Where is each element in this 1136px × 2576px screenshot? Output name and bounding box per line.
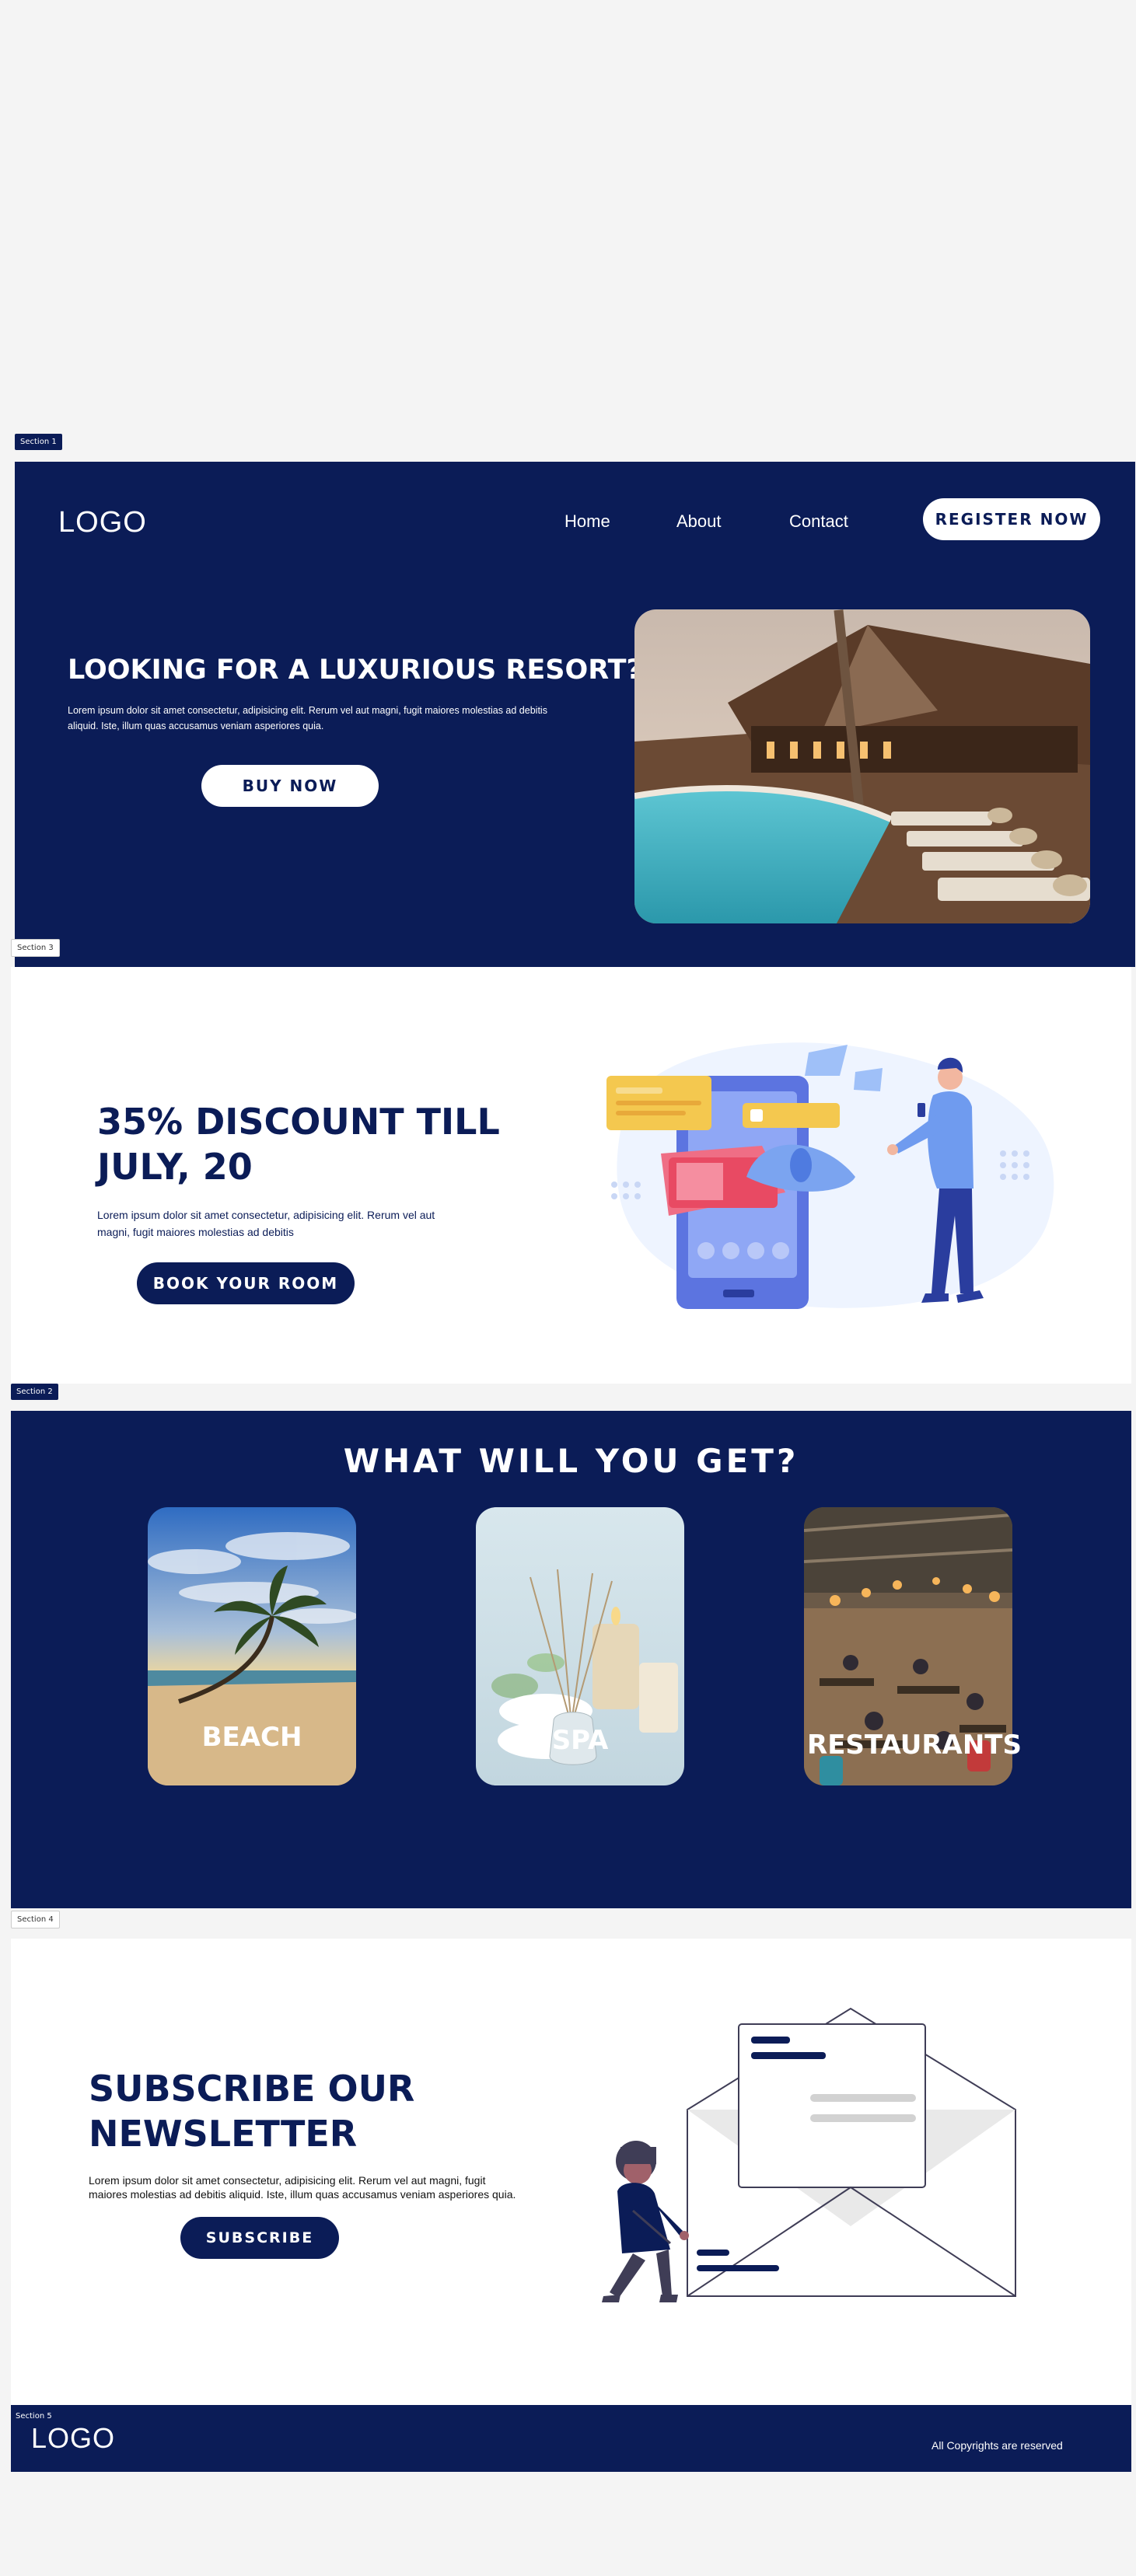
newsletter-section: SUBSCRIBE OUR NEWSLETTER Lorem ipsum dol… [11, 1939, 1131, 2405]
hero-section: LOGO Home About Contact REGISTER NOW LOO… [15, 462, 1135, 967]
footer-copyright: All Copyrights are reserved [932, 2439, 1063, 2452]
newsletter-title-line1: SUBSCRIBE OUR [89, 2068, 415, 2110]
register-now-button[interactable]: REGISTER NOW [923, 498, 1100, 540]
features-section: WHAT WILL YOU GET? BEACH SPA RESTAURANTS [11, 1411, 1131, 1908]
subscribe-button[interactable]: SUBSCRIBE [180, 2217, 339, 2259]
header-logo[interactable]: LOGO [58, 506, 147, 539]
nav-contact[interactable]: Contact [789, 511, 848, 532]
buy-now-button[interactable]: BUY NOW [201, 765, 379, 807]
beach-label: BEACH [201, 1722, 302, 1753]
nav-home[interactable]: Home [565, 511, 610, 532]
spa-label: SPA [551, 1725, 609, 1756]
discount-body: Lorem ipsum dolor sit amet consectetur, … [97, 1209, 435, 1238]
discount-title-line2: JULY, 20 [97, 1146, 253, 1188]
section-5-tag: Section 5 [16, 2412, 52, 2421]
nav-about[interactable]: About [676, 511, 722, 532]
book-your-room-button[interactable]: BOOK YOUR ROOM [137, 1262, 355, 1304]
resort-image [634, 609, 1090, 923]
discount-section: 35% DISCOUNT TILL JULY, 20 Lorem ipsum d… [11, 967, 1131, 1384]
section-4-tag: Section 4 [11, 1911, 60, 1929]
newsletter-illustration [586, 1993, 1037, 2319]
footer: LOGO All Copyrights are reserved [11, 2405, 1131, 2472]
newsletter-body: Lorem ipsum dolor sit amet consectetur, … [89, 2174, 516, 2201]
restaurants-label: RESTAURANTS [807, 1730, 1022, 1761]
footer-logo[interactable]: LOGO [31, 2422, 115, 2455]
payment-illustration [591, 1029, 1057, 1325]
discount-title-line1: 35% DISCOUNT TILL [97, 1101, 500, 1143]
hero-body: Lorem ipsum dolor sit amet consectetur, … [68, 705, 547, 731]
newsletter-title-line2: NEWSLETTER [89, 2113, 358, 2155]
features-title: WHAT WILL YOU GET? [343, 1442, 799, 1480]
hero-title: LOOKING FOR A LUXURIOUS RESORT? [68, 654, 642, 686]
section-2-tag: Section 2 [11, 1384, 58, 1400]
section-1-tag: Section 1 [15, 434, 62, 450]
section-3-tag: Section 3 [11, 939, 60, 957]
